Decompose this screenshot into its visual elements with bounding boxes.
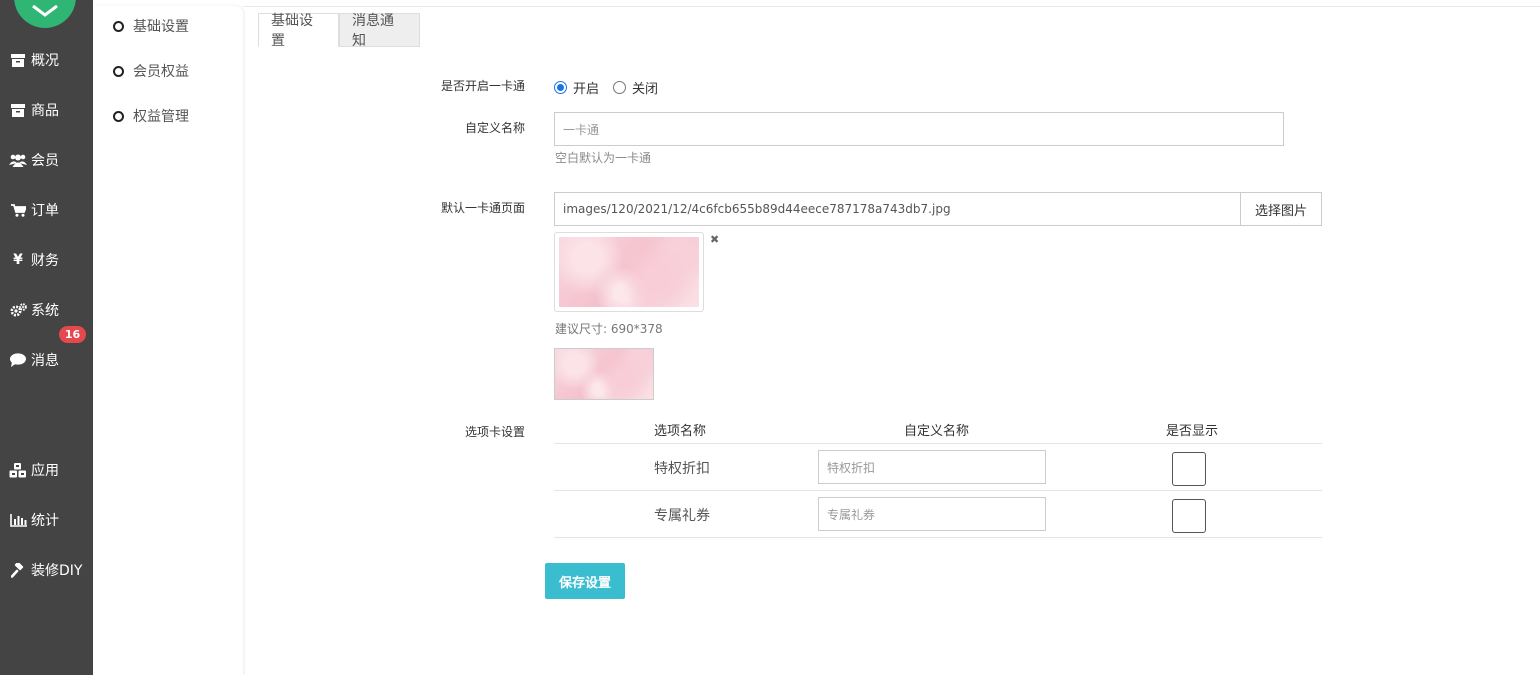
gears-icon: [7, 303, 29, 317]
row-show-checkbox[interactable]: [1172, 499, 1206, 533]
close-icon[interactable]: ✖: [710, 233, 719, 246]
nav-item-products[interactable]: 商品: [0, 92, 93, 128]
circle-icon: [113, 110, 124, 122]
nav-item-orders[interactable]: 订单: [0, 192, 93, 228]
main-sidebar: 概况 商品 会员 订单 ¥ 财务 系统 消息 16 应用 统计 装修DIY: [0, 0, 93, 675]
subnav-item-member-rights[interactable]: 会员权益: [113, 61, 189, 81]
enable-radio-group: 开启 关闭: [554, 78, 672, 97]
bar-chart-icon: [7, 513, 29, 527]
radio-off[interactable]: [613, 81, 627, 94]
cart-icon: [7, 203, 29, 217]
name-label: 自定义名称: [464, 121, 525, 135]
row-show-checkbox[interactable]: [1172, 452, 1206, 486]
tab-settings-label: 选项卡设置: [464, 425, 525, 439]
nav-item-statistics[interactable]: 统计: [0, 502, 93, 538]
nav-item-diy[interactable]: 装修DIY: [0, 552, 93, 588]
row-option-name: 特权折扣: [654, 461, 710, 477]
nav-item-label: 系统: [31, 303, 59, 319]
nav-item-label: 概况: [31, 53, 59, 69]
nav-item-label: 财务: [31, 253, 59, 269]
nav-item-finance[interactable]: ¥ 财务: [0, 242, 93, 278]
custom-name-input[interactable]: 一卡通: [554, 112, 1284, 146]
image-preview: [554, 232, 704, 312]
cubes-icon: [7, 462, 29, 478]
row-option-name: 专属礼券: [654, 508, 710, 524]
nav-item-messages[interactable]: 消息 16: [0, 326, 93, 378]
table-divider: [554, 537, 1322, 538]
row-custom-name-input[interactable]: 专属礼券: [818, 497, 1046, 531]
gavel-icon: [7, 562, 29, 578]
tab-message-notifications[interactable]: 消息通知: [339, 13, 420, 49]
circle-icon: [113, 65, 124, 77]
sub-sidebar: 基础设置 会员权益 权益管理: [93, 6, 243, 675]
nav-item-label: 商品: [31, 103, 59, 119]
col-header-show: 是否显示: [1166, 424, 1219, 439]
table-divider: [554, 443, 1322, 444]
nav-item-label: 订单: [31, 203, 59, 219]
comment-icon: [7, 353, 29, 367]
unread-count-badge: 16: [59, 326, 86, 343]
nav-item-label: 消息: [31, 353, 59, 369]
radio-on[interactable]: [554, 81, 567, 94]
nav-item-label: 应用: [31, 463, 59, 479]
image-thumbnail: [554, 348, 654, 400]
circle-icon: [113, 20, 124, 32]
subnav-item-label: 会员权益: [133, 64, 189, 80]
archive-icon: [7, 103, 29, 117]
image-path-input[interactable]: images/120/2021/12/4c6fcb655b89d44eece78…: [554, 192, 1241, 226]
col-header-option-name: 选项名称: [654, 424, 707, 439]
users-icon: [7, 154, 29, 167]
choose-image-button[interactable]: 选择图片: [1240, 192, 1322, 226]
radio-off-label[interactable]: 关闭: [632, 78, 658, 97]
page-label: 默认一卡通页面: [440, 201, 525, 215]
table-divider: [554, 490, 1322, 491]
save-settings-button[interactable]: 保存设置: [545, 563, 625, 599]
subnav-item-label: 基础设置: [133, 19, 189, 35]
preview-image: [559, 237, 699, 307]
tab-basic-settings[interactable]: 基础设置: [258, 13, 339, 49]
radio-on-label[interactable]: 开启: [573, 78, 599, 97]
logo: [14, 0, 76, 28]
name-help-text: 空白默认为一卡通: [555, 151, 652, 165]
nav-item-members[interactable]: 会员: [0, 142, 93, 178]
col-header-custom-name: 自定义名称: [904, 424, 970, 439]
nav-item-label: 装修DIY: [31, 563, 83, 579]
top-divider: [243, 6, 1540, 7]
size-hint: 建议尺寸: 690*378: [555, 322, 663, 336]
subnav-item-label: 权益管理: [133, 109, 189, 125]
nav-item-system[interactable]: 系统: [0, 292, 93, 328]
enable-label: 是否开启一卡通: [440, 79, 525, 93]
nav-item-label: 统计: [31, 513, 59, 529]
subnav-item-rights-management[interactable]: 权益管理: [113, 106, 189, 126]
subnav-item-basic-settings[interactable]: 基础设置: [113, 16, 189, 36]
archive-icon: [7, 53, 29, 67]
yen-icon: ¥: [13, 252, 23, 268]
nav-item-overview[interactable]: 概况: [0, 42, 93, 78]
row-custom-name-input[interactable]: 特权折扣: [818, 450, 1046, 484]
nav-item-label: 会员: [31, 153, 59, 169]
nav-item-apps[interactable]: 应用: [0, 452, 93, 488]
